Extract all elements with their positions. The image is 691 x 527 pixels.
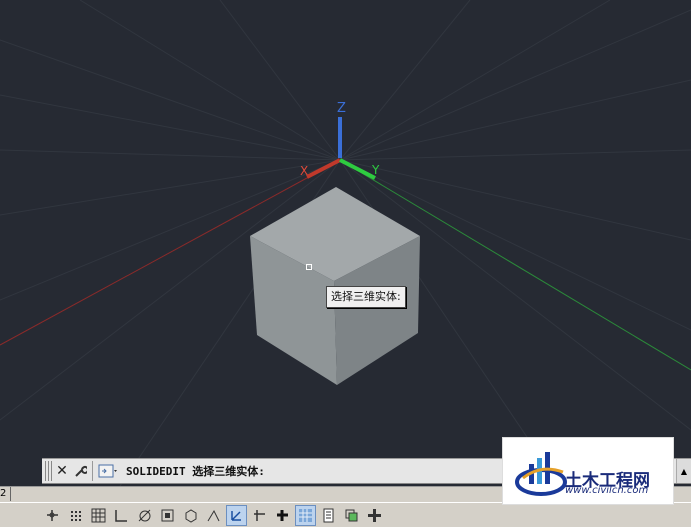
status-bar xyxy=(0,502,691,527)
command-history-scroll-button[interactable]: ▲ xyxy=(676,459,691,483)
x-axis-label: X xyxy=(300,164,308,178)
ortho-mode-icon[interactable] xyxy=(111,505,132,526)
close-icon[interactable]: ✕ xyxy=(53,461,71,481)
command-line-grip-handle[interactable] xyxy=(45,461,53,481)
command-line-input[interactable]: SOLIDEDIT 选择三维实体: xyxy=(126,463,265,479)
dynamic-ucs-icon[interactable] xyxy=(226,504,247,526)
command-prompt-icon xyxy=(98,464,117,478)
snap-mode-icon[interactable] xyxy=(65,505,86,526)
transparency-icon[interactable] xyxy=(295,504,316,526)
drawing-viewport[interactable]: Z X Y 选择三维实体: xyxy=(0,0,691,487)
object-snap-tracking-icon[interactable] xyxy=(203,505,224,526)
lineweight-icon[interactable] xyxy=(272,505,293,526)
grid-display-icon[interactable] xyxy=(88,505,109,526)
y-axis-arrow xyxy=(339,158,376,180)
3d-object-snap-icon[interactable] xyxy=(180,505,201,526)
command-line-separator xyxy=(92,461,93,481)
watermark-url: www.civilcn.com xyxy=(565,485,649,496)
cursor-prompt-tooltip: 选择三维实体: xyxy=(326,286,406,308)
object-snap-icon[interactable] xyxy=(157,505,178,526)
layout-tab[interactable]: 2 xyxy=(0,487,12,501)
z-axis-label: Z xyxy=(337,101,346,116)
polar-tracking-icon[interactable] xyxy=(134,505,155,526)
civilcn-logo-icon xyxy=(515,452,567,496)
wrench-icon[interactable] xyxy=(71,461,89,481)
y-axis-label: Y xyxy=(371,163,380,177)
selection-cycling-icon[interactable] xyxy=(341,505,362,526)
civilcn-watermark: 土木工程网 www.civilcn.com xyxy=(502,437,674,505)
quick-properties-icon[interactable] xyxy=(318,505,339,526)
caret-up-icon: ▲ xyxy=(680,466,688,476)
annotation-monitor-icon[interactable] xyxy=(364,505,385,526)
dynamic-input-icon[interactable] xyxy=(249,505,270,526)
infer-constraints-icon[interactable] xyxy=(42,505,63,526)
viewport-canvas: Z X Y xyxy=(0,0,691,487)
layout-tab-label: 2 xyxy=(0,488,7,499)
recent-commands-button[interactable] xyxy=(96,461,120,481)
